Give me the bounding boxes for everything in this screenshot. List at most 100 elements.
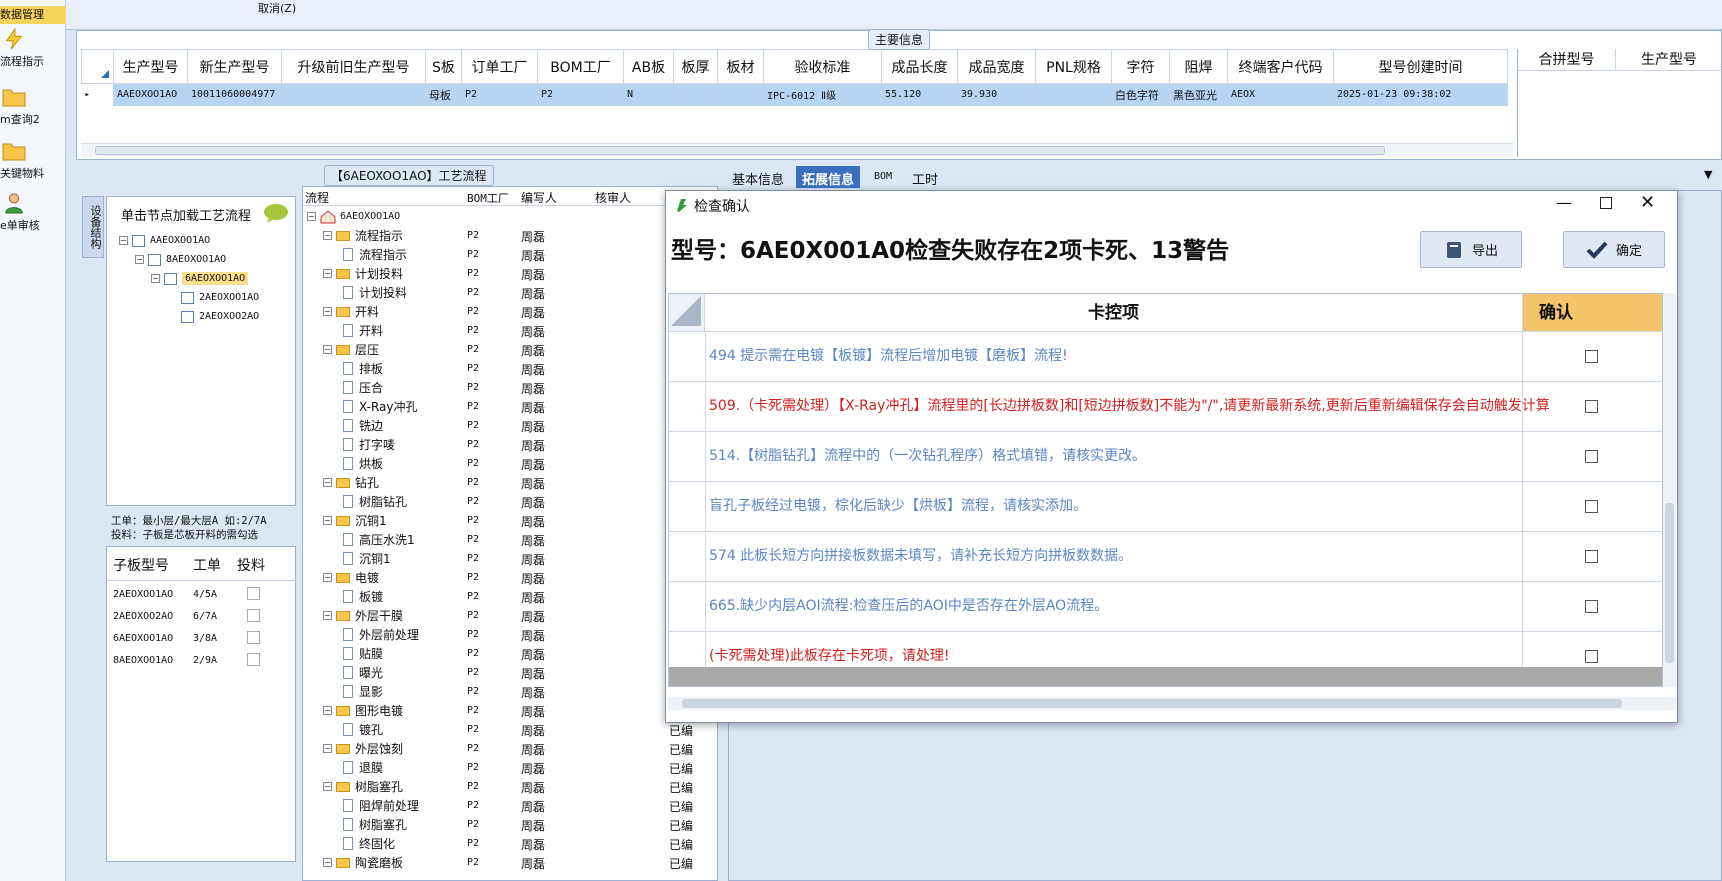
col-header[interactable]: 新生产型号 [187,49,282,84]
feed-checkbox[interactable] [247,587,260,600]
scrollbar-thumb[interactable] [1665,503,1674,663]
document-icon [343,438,353,451]
col-header[interactable]: 投料 [237,555,265,575]
sub-board-model: 6AEOXOO1AO [113,633,174,644]
col-header[interactable]: 子板型号 [113,555,169,575]
flow-bom: P2 [467,781,480,792]
table-row[interactable]: ▸ AAEOXOO1AO 10011060004977 母板 P2 P2 N I… [81,83,1508,106]
tree-node[interactable]: − AAEOXOO1AO [119,231,210,250]
confirm-checkbox[interactable] [1585,500,1598,513]
document-icon [343,628,353,641]
close-icon[interactable]: ✕ [1640,192,1655,213]
table-cell: 2025-01-23 09:38:02 [1333,83,1508,106]
col-header[interactable]: BOM工厂 [537,49,624,84]
col-header-confirm[interactable]: 确认 [1522,294,1662,332]
col-header[interactable]: 字符 [1111,49,1170,84]
confirm-checkbox[interactable] [1585,650,1598,663]
confirm-checkbox[interactable] [1585,400,1598,413]
maximize-icon[interactable] [1600,197,1612,209]
flow-root-node[interactable]: −6AEOXOO1AO [307,207,400,226]
col-header[interactable]: 生产型号 [113,49,188,84]
col-header[interactable]: 成品宽度 [957,49,1036,84]
flow-name: 打字唛 [359,438,396,452]
scrollbar-thumb[interactable] [682,699,1622,708]
table-cell: 10011060004977 [187,83,282,106]
flow-writer: 周磊 [521,363,546,377]
tab-main-info[interactable]: 主要信息 [868,29,931,50]
col-header[interactable]: S板 [425,49,462,84]
col-header[interactable]: 订单工厂 [461,49,538,84]
tab-process-flow[interactable]: 【6AEOXOO1AO】工艺流程 [324,165,494,186]
export-button[interactable]: 导出 [1420,231,1522,268]
confirm-checkbox[interactable] [1585,350,1598,363]
tree-node[interactable]: 2AEOXOO2AO [181,307,259,326]
col-header[interactable]: BOM工厂 [467,190,509,206]
flow-writer: 周磊 [521,268,546,282]
tree-node[interactable]: 2AEOXOO1AO [181,288,259,307]
tree-node[interactable]: −8AEOXOO1AO [135,250,226,269]
col-header[interactable]: 升级前旧生产型号 [281,49,426,84]
row-selector-header [81,49,114,84]
cancel-button[interactable]: 取消(Z) [258,0,296,16]
flow-writer: 周磊 [521,705,546,719]
tab-equipment-structure[interactable]: 设备结构 [82,196,104,258]
feed-checkbox[interactable] [247,631,260,644]
feed-checkbox[interactable] [247,653,260,666]
document-icon [343,647,353,660]
col-header[interactable]: 板厚 [673,49,718,84]
confirm-checkbox[interactable] [1585,600,1598,613]
col-header[interactable]: 验收标准 [763,49,882,84]
flow-review-status: 已编 [669,781,694,795]
feed-checkbox[interactable] [247,609,260,622]
minimize-icon[interactable]: — [1556,193,1572,212]
flow-writer: 周磊 [521,230,546,244]
col-header[interactable]: 板材 [717,49,764,84]
horizontal-scrollbar[interactable] [81,143,1513,157]
lightning-icon [5,28,23,50]
folder-icon [336,781,350,792]
main-info-grid: 生产型号 新生产型号 升级前旧生产型号 S板 订单工厂 BOM工厂 AB板 板厚… [81,49,1519,147]
flow-bom: P2 [467,515,480,526]
sidebar-item-flow-instructions[interactable]: 流程指示 [0,28,66,69]
col-header-control-item[interactable]: 卡控项 [705,294,1522,332]
col-header[interactable]: 成品长度 [881,49,958,84]
scrollbar-thumb[interactable] [95,146,1385,155]
col-header[interactable]: 合拼型号 [1518,49,1616,71]
tab-bom[interactable]: BOM [874,171,892,182]
col-header[interactable]: 型号创建时间 [1333,49,1508,84]
document-icon [343,761,353,774]
folder-icon [336,344,350,355]
horizontal-scrollbar[interactable] [668,697,1676,710]
document-icon [343,590,353,603]
flow-bom: P2 [467,344,480,355]
tab-extended-info[interactable]: 拓展信息 [796,166,861,188]
col-header[interactable]: PNL规格 [1035,49,1112,84]
col-header[interactable]: 核审人 [595,189,631,206]
sidebar-item-key-materials[interactable]: 关键物料 [0,140,66,181]
tab-basic-info[interactable]: 基本信息 [732,169,784,188]
chevron-down-icon[interactable]: ▼ [1704,168,1712,181]
col-header[interactable]: 工单 [193,555,221,575]
col-header[interactable]: 终端客户代码 [1227,49,1334,84]
table-cell: IPC-6012 Ⅱ级 [763,83,882,106]
tree-node-selected[interactable]: −6AEOXOO1AO [151,269,249,288]
flow-bom: P2 [467,382,480,393]
col-header[interactable]: AB板 [623,49,674,84]
flow-review-status: 已编 [669,838,694,852]
col-header[interactable]: 生产型号 [1616,49,1722,71]
flow-name: 沉铜1 [355,514,387,528]
sidebar-item-data-management[interactable]: 数据管理 [0,6,66,24]
confirm-checkbox[interactable] [1585,450,1598,463]
tab-hours[interactable]: 工时 [912,169,938,188]
flow-review-status: 已编 [669,800,694,814]
sidebar-item-query2[interactable]: m查询2 [0,86,66,127]
sidebar-item-order-review[interactable]: e单审核 [0,192,66,233]
col-header[interactable]: 阻焊 [1169,49,1228,84]
merged-model-panel: 合拼型号 生产型号 [1517,49,1722,157]
vertical-scrollbar[interactable] [1663,293,1676,687]
confirm-checkbox[interactable] [1585,550,1598,563]
col-header[interactable]: 流程 [305,189,329,206]
table-cell: P2 [461,83,538,106]
col-header[interactable]: 编写人 [521,189,557,206]
confirm-button[interactable]: 确定 [1563,231,1665,268]
